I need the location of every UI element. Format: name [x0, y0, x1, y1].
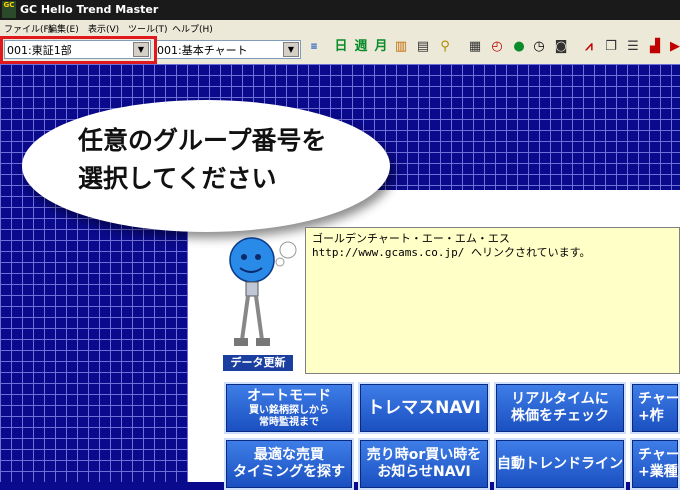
bar-chart-icon[interactable]: ▟ — [646, 38, 664, 56]
menu-file[interactable]: ファイル(F) — [4, 22, 52, 35]
robot-mascot — [229, 237, 297, 346]
data-update-button[interactable]: データ更新 — [223, 355, 293, 371]
period-week-button[interactable]: 週 — [352, 38, 370, 56]
chart-select[interactable]: 001:基本チャート ▼ — [154, 40, 301, 59]
chevron-down-icon[interactable]: ▼ — [283, 42, 299, 57]
menu-help[interactable]: ヘルプ(H) — [172, 22, 213, 35]
period-month-button[interactable]: 月 — [372, 38, 390, 56]
sell-buy-line1: 売り時or買い時を — [366, 447, 482, 463]
auto-mode-sub2: 常時監視まで — [259, 416, 319, 428]
auto-mode-button[interactable]: オートモード 買い銘柄探しから 常時監視まで — [224, 382, 354, 434]
window-icon[interactable]: ❐ — [602, 38, 620, 56]
menu-edit[interactable]: 編集(E) — [48, 22, 79, 35]
grid-icon[interactable]: ▦ — [466, 38, 484, 56]
auto-trendline-button[interactable]: 自動トレンドライン — [494, 438, 626, 490]
sell-buy-line2: お知らせNAVI — [377, 464, 471, 480]
tremas-navi-button[interactable]: トレマスNAVI — [358, 382, 490, 434]
period-day-button[interactable]: 日 — [332, 38, 350, 56]
timing-button[interactable]: 最適な売買 タイミングを探す — [224, 438, 354, 490]
timing-line2: タイミングを探す — [233, 464, 345, 480]
realtime-button[interactable]: リアルタイムに 株価をチェック — [494, 382, 626, 434]
chart-icon[interactable]: ▥ — [392, 38, 410, 56]
globe-icon[interactable]: ● — [510, 38, 528, 56]
chart-partial-line2: +柞 — [638, 408, 664, 424]
chart-select-value: 001:基本チャート — [157, 44, 248, 57]
callout-line2: 選択してください — [78, 164, 277, 193]
sell-buy-navi-button[interactable]: 売り時or買い時を お知らせNAVI — [358, 438, 490, 490]
search-icon[interactable]: ⚲ — [436, 38, 454, 56]
realtime-line2: 株価をチェック — [511, 408, 609, 424]
tremas-navi-label: トレマスNAVI — [367, 398, 481, 418]
print-icon[interactable]: ▤ — [414, 38, 432, 56]
window-title: GC Hello Trend Master — [20, 3, 159, 16]
line-chart-icon[interactable]: ⩘ — [580, 38, 598, 56]
auto-trendline-label: 自動トレンドライン — [497, 455, 623, 472]
list-icon[interactable]: ☰ — [624, 38, 642, 56]
chart-partial2-line2: +業種 — [638, 464, 678, 480]
menu-view[interactable]: 表示(V) — [88, 22, 119, 35]
chart-partial-line1: チャー — [638, 391, 680, 407]
timing-line1: 最適な売買 — [254, 447, 324, 463]
chart-type-icon[interactable]: ≡ — [305, 38, 323, 56]
callout-line1: 任意のグループ番号を — [78, 126, 327, 155]
menu-tools[interactable]: ツール(T) — [128, 22, 168, 35]
clock-icon[interactable]: ◷ — [530, 38, 548, 56]
message-box: ゴールデンチャート・エー・エム・エス http://www.gcams.co.j… — [305, 227, 680, 374]
menu-bar: ファイル(F) 編集(E) 表示(V) ツール(T) ヘルプ(H) — [0, 20, 680, 36]
highlight-box — [0, 36, 157, 64]
auto-mode-title: オートモード — [247, 387, 331, 404]
chart-industry-button-partial[interactable]: チャー +業種 — [630, 438, 680, 490]
chart-button-partial[interactable]: チャー +柞 — [630, 382, 680, 434]
auto-mode-sub1: 買い銘柄探しから — [249, 404, 329, 416]
camera-icon[interactable]: ◙ — [552, 38, 570, 56]
callout-text: 任意のグループ番号を 選択してください — [78, 122, 327, 198]
realtime-line1: リアルタイムに — [511, 391, 609, 407]
title-bar: GC GC Hello Trend Master — [0, 0, 680, 20]
message-line1: ゴールデンチャート・エー・エム・エス — [312, 232, 510, 245]
app-logo: GC — [2, 1, 16, 18]
chart-partial2-line1: チャー — [638, 447, 680, 463]
exit-icon[interactable]: ▶ — [666, 38, 680, 56]
message-link[interactable]: http://www.gcams.co.jp/ へリンクされています。 — [312, 246, 673, 260]
timer-icon[interactable]: ◴ — [488, 38, 506, 56]
